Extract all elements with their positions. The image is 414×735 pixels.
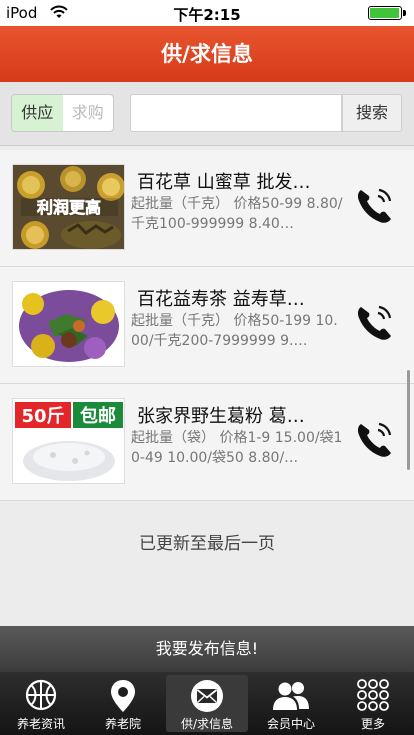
scrollbar[interactable] — [407, 370, 410, 470]
supply-demand-toggle: 供应 求购 — [11, 94, 114, 132]
grid-icon — [357, 679, 389, 711]
phone-icon[interactable] — [352, 184, 396, 228]
item-title: 百花益寿茶 益寿草… — [137, 289, 305, 310]
search-button[interactable]: 搜索 — [342, 94, 402, 132]
phone-icon[interactable] — [352, 301, 396, 345]
page-title: 供/求信息 — [161, 42, 253, 66]
tab-members[interactable]: 会员中心 — [250, 672, 332, 735]
end-of-list-text: 已更新至最后一页 — [139, 534, 275, 554]
location-pin-icon — [111, 680, 135, 712]
badge-left: 50斤 — [21, 406, 64, 427]
segment-supply[interactable]: 供应 — [12, 95, 63, 131]
tab-label: 供/求信息 — [180, 717, 234, 731]
envelope-icon — [191, 680, 223, 712]
product-thumbnail: 50斤 包邮 — [12, 398, 125, 484]
status-bar: iPod 下午2:15 — [0, 0, 414, 26]
segment-demand[interactable]: 求购 — [63, 95, 114, 131]
list-item[interactable]: 50斤 包邮 张家界野生葛粉 葛… 起批量（袋） 价格1-9 15.00/袋10… — [0, 384, 414, 501]
list-item[interactable]: 利润更高 百花草 山蜜草 批发… 起批量（千克） 价格50-99 8.80/千克… — [0, 150, 414, 267]
phone-icon[interactable] — [352, 418, 396, 462]
item-desc: 起批量（袋） 价格1-9 15.00/袋10-49 10.00/袋50 8.80… — [131, 430, 343, 466]
tab-label: 会员中心 — [266, 717, 315, 731]
badge-right: 包邮 — [80, 405, 116, 427]
publish-label: 我要发布信息! — [155, 639, 259, 658]
tab-news[interactable]: 养老资讯 — [0, 672, 82, 735]
publish-button[interactable]: 我要发布信息! — [0, 626, 414, 672]
item-title: 张家界野生葛粉 葛… — [137, 406, 305, 427]
tab-label: 养老资讯 — [16, 717, 65, 731]
members-icon — [273, 682, 309, 710]
item-title: 百花草 山蜜草 批发… — [137, 172, 311, 193]
tab-bar: 养老资讯 养老院 供/求信息 会员中心 更多 — [0, 672, 414, 735]
tab-more[interactable]: 更多 — [332, 672, 414, 735]
tab-nursing-home[interactable]: 养老院 — [82, 672, 164, 735]
item-desc: 起批量（千克） 价格50-199 10.00/千克200-7999999 9.… — [131, 313, 338, 349]
product-thumbnail: 利润更高 — [12, 164, 125, 250]
tab-label: 更多 — [360, 717, 385, 731]
item-desc: 起批量（千克） 价格50-99 8.80/千克100-999999 8.40… — [131, 196, 343, 232]
status-time: 下午2:15 — [173, 6, 241, 24]
tab-label: 养老院 — [104, 717, 141, 731]
search-bar: 供应 求购 搜索 — [0, 82, 414, 146]
nav-bar: 供/求信息 — [0, 26, 414, 82]
thumb-caption: 利润更高 — [37, 198, 101, 217]
basketball-icon — [25, 679, 57, 711]
search-input[interactable] — [130, 94, 342, 132]
tab-supply-demand[interactable]: 供/求信息 — [166, 675, 248, 732]
list-item[interactable]: 百花益寿茶 益寿草… 起批量（千克） 价格50-199 10.00/千克200-… — [0, 267, 414, 384]
product-thumbnail — [12, 281, 125, 367]
battery-icon — [368, 6, 406, 20]
supply-list: 利润更高 百花草 山蜜草 批发… 起批量（千克） 价格50-99 8.80/千克… — [0, 150, 414, 501]
